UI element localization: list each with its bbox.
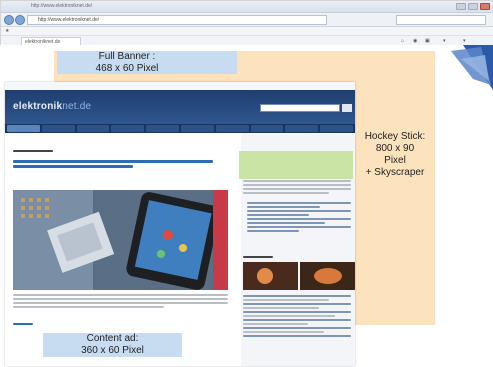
nav-item[interactable] (320, 125, 353, 132)
minimize-button[interactable] (456, 3, 466, 10)
browser-search-input[interactable] (396, 15, 486, 25)
sidebar-ad-zone (239, 151, 353, 179)
full-banner-label: Full Banner : 468 x 60 Pixel (95, 51, 159, 74)
site-navigation (5, 124, 355, 133)
nav-item[interactable] (215, 125, 249, 132)
nav-item[interactable] (41, 125, 75, 132)
close-button[interactable] (480, 3, 490, 10)
hockey-stick-label: Hockey Stick: 800 x 90 Pixel + Skyscrape… (364, 131, 426, 178)
home-icon[interactable]: ⌂ (401, 38, 404, 44)
window-controls (456, 3, 490, 10)
nav-item[interactable] (285, 125, 319, 132)
favorites-star-icon[interactable]: ★ (5, 28, 9, 34)
forward-icon[interactable] (15, 15, 25, 25)
nav-item[interactable] (146, 125, 179, 132)
nav-item[interactable] (7, 125, 40, 132)
skyscraper-zone (355, 82, 435, 325)
address-bar: http://www.elektroniknet.de/ (1, 13, 493, 27)
maximize-button[interactable] (468, 3, 478, 10)
window-title: http://www.elektroniknet.de/ (31, 3, 93, 9)
site-search-input[interactable] (260, 104, 340, 112)
page-menu-icon[interactable]: ▾ (443, 38, 446, 44)
site-logo[interactable]: elektroniknet.de (13, 101, 91, 112)
favorites-bar: ★ (1, 27, 493, 36)
nav-item[interactable] (250, 125, 284, 132)
nav-item[interactable] (180, 125, 214, 132)
breadcrumb (13, 150, 53, 154)
article-title[interactable] (13, 160, 213, 170)
tools-menu-icon[interactable]: ▾ (463, 38, 466, 44)
sidebar-section-heading (243, 256, 273, 260)
site-top-links (5, 82, 355, 90)
content-ad-label: Content ad: 360 x 60 Pixel (81, 333, 144, 356)
article-more-link[interactable] (13, 323, 33, 327)
corner-decoration-graphic (451, 45, 493, 90)
back-icon[interactable] (4, 15, 14, 25)
url-input[interactable]: http://www.elektroniknet.de/ (27, 15, 327, 25)
site-search-button[interactable] (342, 104, 352, 112)
article-teaser-text (13, 294, 228, 310)
sidebar-video-thumbnails[interactable] (243, 262, 355, 290)
article-photo[interactable] (13, 190, 228, 290)
website-preview: elektroniknet.de (5, 82, 355, 366)
sidebar-lower-list[interactable] (243, 295, 351, 339)
nav-item[interactable] (76, 125, 110, 132)
browser-titlebar: http://www.elektroniknet.de/ (1, 1, 493, 13)
sidebar-news-block (243, 180, 351, 196)
sidebar-link-list[interactable] (247, 202, 351, 234)
feed-icon[interactable]: ◉ (413, 38, 417, 44)
nav-item[interactable] (111, 125, 145, 132)
print-icon[interactable]: ▣ (425, 38, 430, 44)
